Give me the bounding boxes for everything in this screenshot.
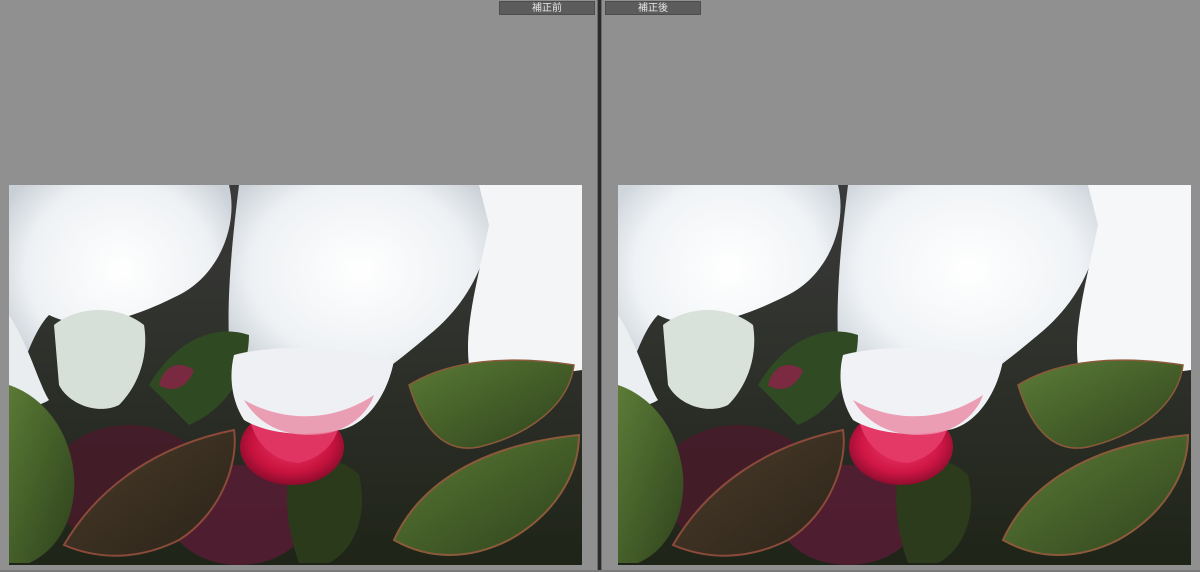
after-pane[interactable]: 補正後 <box>602 0 1200 572</box>
before-photo[interactable] <box>9 185 582 565</box>
after-photo[interactable] <box>618 185 1191 565</box>
before-pane[interactable]: 補正前 <box>0 0 597 572</box>
before-image <box>9 185 582 565</box>
before-label: 補正前 <box>499 1 595 15</box>
after-image <box>618 185 1191 565</box>
after-label: 補正後 <box>605 1 701 15</box>
before-after-compare-view: 補正前 補正後 <box>0 0 1200 572</box>
